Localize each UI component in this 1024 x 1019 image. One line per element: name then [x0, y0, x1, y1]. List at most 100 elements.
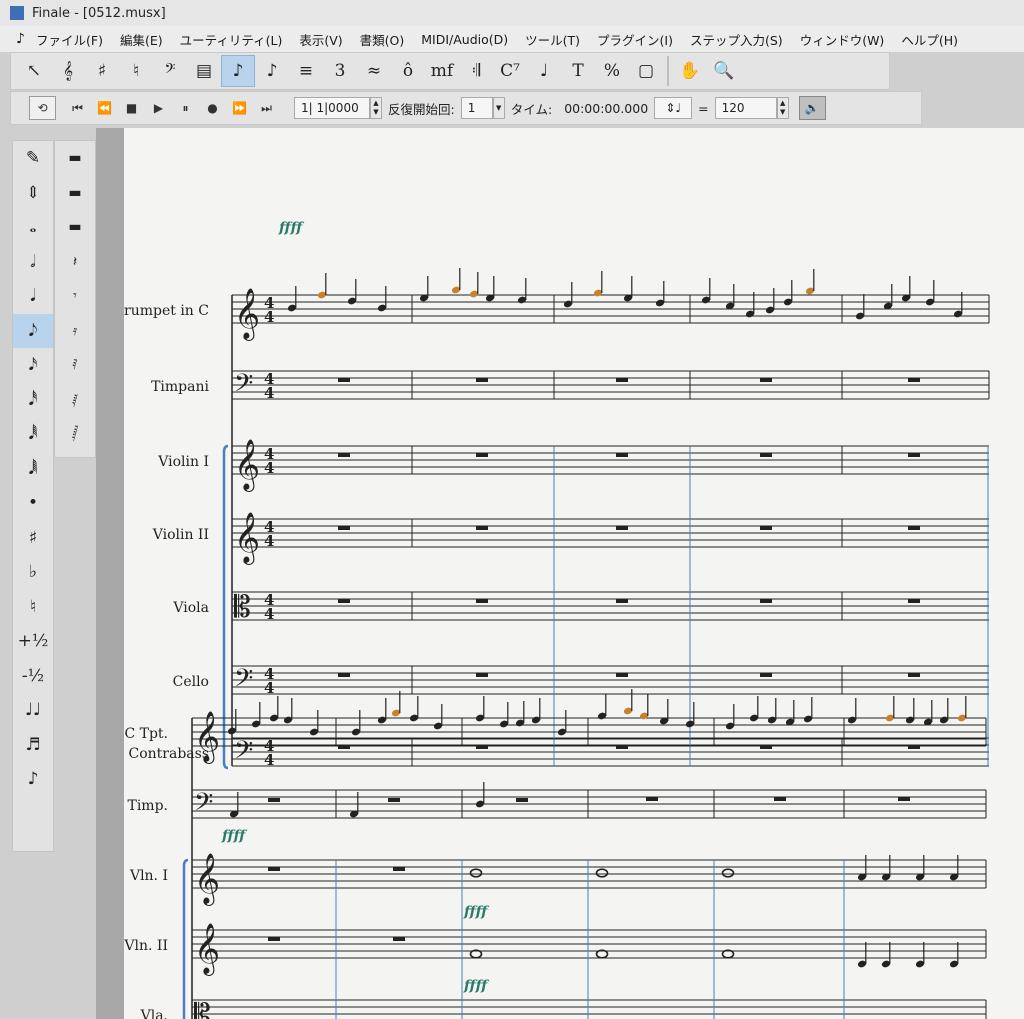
tempo-beat-unit-button[interactable]: ⇕♩	[654, 97, 693, 119]
menu-window[interactable]: ウィンドウ(W)	[800, 30, 885, 49]
quarter-rest-icon[interactable]: 𝄽	[55, 245, 95, 280]
stop-icon[interactable]: ■	[118, 96, 145, 120]
whole-rest	[516, 798, 528, 802]
whole-rest	[760, 453, 772, 457]
whole-rest	[476, 599, 488, 603]
whole-rest	[268, 867, 280, 871]
hand-grabber-tool[interactable]: ✋	[673, 55, 707, 87]
grace-note-icon[interactable]: ♪	[13, 762, 53, 797]
double-whole-note-icon[interactable]: 𝅝	[13, 210, 53, 245]
whole-rest	[268, 937, 280, 941]
natural-icon[interactable]: ♮	[13, 590, 53, 625]
sixty-fourth-rest-icon[interactable]: 𝅁	[55, 383, 95, 418]
whole-rest	[616, 526, 628, 530]
eraser-icon[interactable]: ✎	[13, 141, 53, 176]
eighth-note-icon[interactable]: 𝅘𝅥𝅯	[13, 348, 53, 383]
position-stepper[interactable]: ▲ ▼	[370, 97, 382, 119]
chord-tool[interactable]: C⁷	[493, 55, 527, 87]
staff-name-short-1: Timp.	[127, 798, 168, 814]
repeat-start-label: 反復開始回:	[388, 101, 455, 117]
text-tool[interactable]: T	[561, 55, 595, 87]
thirty-second-rest-icon[interactable]: 𝅀	[55, 348, 95, 383]
string-section-bracket-2	[182, 858, 189, 1019]
menu-midi-audio[interactable]: MIDI/Audio(D)	[421, 32, 508, 47]
quarter-note-icon[interactable]: 𝅘𝅥𝅮	[13, 313, 53, 348]
menu-utilities[interactable]: ユーティリティ(L)	[180, 30, 283, 49]
fast-forward-to-end-icon[interactable]: ⏭	[253, 96, 280, 120]
score-page: Trumpet in C 𝄞 4 4 Timpani 𝄢 4 4 Violin I 𝄞 4 4 Viol…	[124, 128, 1024, 1019]
repeat-tool[interactable]: 𝄇	[459, 55, 493, 87]
sixty-fourth-note-icon[interactable]: 𝅘𝅥𝅲	[13, 452, 53, 487]
staff-name-3: Violin II	[152, 527, 209, 543]
menu-help[interactable]: ヘルプ(H)	[901, 30, 958, 49]
menu-plugins[interactable]: プラグイン(I)	[597, 30, 673, 49]
score-canvas: Trumpet in C 𝄞 44Timpani 𝄢 44Violin I 𝄞 44Viol…	[124, 220, 990, 1019]
eighth-rest-icon[interactable]: 𝄾	[55, 279, 95, 314]
pause-icon[interactable]: ⏸	[172, 96, 199, 120]
expression-tool[interactable]: mf	[425, 55, 459, 87]
tempo-field[interactable]: 120	[714, 97, 777, 119]
measure-tool[interactable]: ▤	[187, 55, 221, 87]
page-layout-tool[interactable]: ▢	[629, 55, 663, 87]
playback-settings-button[interactable]: ⟲	[29, 96, 56, 120]
key-signature-tool[interactable]: ♯	[85, 55, 119, 87]
whole-rest-icon[interactable]: ▬	[55, 176, 95, 211]
double-whole-rest-icon[interactable]: ▬	[55, 141, 95, 176]
beam-icon[interactable]: ♬	[13, 728, 53, 763]
half-note-icon[interactable]: 𝅘𝅥	[13, 279, 53, 314]
menu-document[interactable]: 書類(O)	[360, 30, 405, 49]
resize-tool[interactable]: %	[595, 55, 629, 87]
record-icon[interactable]: ●	[199, 96, 226, 120]
treble-clef: 𝄞	[194, 923, 220, 976]
rewind-to-start-icon[interactable]: ⏮	[64, 96, 91, 120]
tie-icon[interactable]: ⇕	[13, 176, 53, 211]
whole-rest	[476, 453, 488, 457]
articulation-tool[interactable]: ô	[391, 55, 425, 87]
position-field[interactable]: 1| 1|0000	[294, 97, 370, 119]
time-signature-bottom: 4	[264, 532, 274, 550]
speaker-icon[interactable]: 🔈	[798, 96, 826, 120]
simple-entry-tool[interactable]: ♪	[221, 55, 255, 87]
tuplet-icon[interactable]: ♩♩	[13, 693, 53, 728]
sixteenth-note-icon[interactable]: 𝅘𝅥𝅰	[13, 383, 53, 418]
clef-tool[interactable]: 𝄞	[51, 55, 85, 87]
hyperscribe-tool[interactable]: ≡	[289, 55, 323, 87]
selection-tool[interactable]: ↖	[17, 55, 51, 87]
whole-rest	[268, 798, 280, 802]
whole-rest	[760, 599, 772, 603]
tempo-stepper[interactable]: ▲ ▼	[776, 97, 789, 119]
flat-icon[interactable]: ♭	[13, 555, 53, 590]
dot-icon[interactable]: •	[13, 486, 53, 521]
fast-forward-icon[interactable]: ⏩	[226, 96, 253, 120]
alto-clef: 𝄡	[194, 998, 211, 1019]
document-icon[interactable]: ♪	[16, 31, 30, 47]
menu-step-entry[interactable]: ステップ入力(S)	[690, 30, 783, 49]
time-signature-tool[interactable]: ♮	[119, 55, 153, 87]
bass-clef: 𝄢	[234, 369, 253, 404]
tuplet-tool[interactable]: 3	[323, 55, 357, 87]
menu-tools[interactable]: ツール(T)	[525, 30, 580, 49]
rewind-icon[interactable]: ⏪	[91, 96, 118, 120]
sharp-icon[interactable]: ♯	[13, 521, 53, 556]
smart-shape-tool[interactable]: ≈	[357, 55, 391, 87]
zoom-tool[interactable]: 🔍	[707, 55, 741, 87]
sixteenth-rest-icon[interactable]: 𝄿	[55, 314, 95, 349]
simple-entry-palette: ✎ ⇕ 𝅝 𝅗𝅥 𝅘𝅥 𝅘𝅥𝅮 𝅘𝅥𝅯 𝅘𝅥𝅰 𝅘𝅥𝅱 𝅘𝅥𝅲 • ♯ ♭ ♮ +½ -½ ♩♩ ♬ ♪	[12, 140, 54, 852]
treble-clef: 𝄞	[194, 711, 220, 764]
thirty-second-note-icon[interactable]: 𝅘𝅥𝅱	[13, 417, 53, 452]
whole-note-icon[interactable]: 𝅗𝅥	[13, 245, 53, 280]
half-rest-icon[interactable]: ▬	[55, 210, 95, 245]
one-twenty-eighth-rest-icon[interactable]: 𝅂	[55, 417, 95, 452]
staff-name-4: Viola	[172, 600, 209, 616]
play-icon[interactable]: ▶	[145, 96, 172, 120]
half-step-up-icon[interactable]: +½	[13, 624, 53, 659]
bass-clef-tool[interactable]: 𝄢	[153, 55, 187, 87]
menu-file[interactable]: ファイル(F)	[36, 30, 103, 49]
speedy-entry-tool[interactable]: ♪	[255, 55, 289, 87]
half-step-down-icon[interactable]: -½	[13, 659, 53, 694]
lyrics-tool[interactable]: ♩	[527, 55, 561, 87]
menu-edit[interactable]: 編集(E)	[120, 30, 163, 49]
chevron-down-icon[interactable]: ▼	[492, 97, 505, 119]
menu-view[interactable]: 表示(V)	[299, 30, 342, 49]
repeat-start-select[interactable]: 1	[460, 97, 493, 119]
